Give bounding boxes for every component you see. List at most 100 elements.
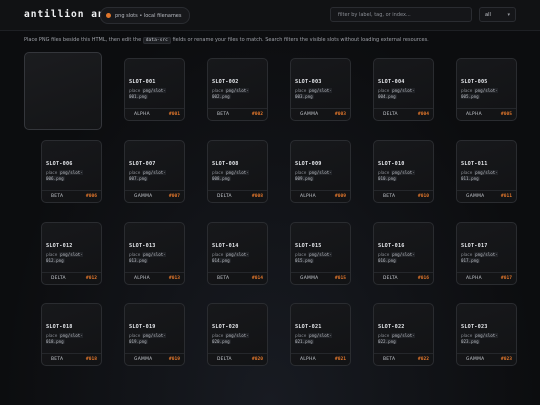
slot-title: SLOT-022 (378, 324, 405, 330)
slot-title: SLOT-009 (295, 161, 322, 167)
slot-index: #001 (168, 112, 180, 117)
slot-footer: GAMMA #007 (125, 190, 184, 202)
slot-index: #008 (251, 194, 263, 199)
slot-index: #002 (251, 112, 263, 117)
slot-card[interactable]: SLOT-008 place png/slot-008.png DELTA #008 (207, 140, 268, 203)
slot-card[interactable]: SLOT-010 place png/slot-010.png BETA #010 (373, 140, 434, 203)
slot-index: #010 (417, 194, 429, 199)
slot-card[interactable]: SLOT-022 place png/slot-022.png BETA #022 (373, 303, 434, 366)
slot-index: #003 (334, 112, 346, 117)
slot-card[interactable]: SLOT-015 place png/slot-015.png GAMMA #015 (290, 222, 351, 285)
instructions-text: Place PNG files beside this HTML, then e… (24, 37, 429, 44)
slot-footer: ALPHA #021 (291, 353, 350, 365)
slot-index: #015 (334, 276, 346, 281)
slot-place: place png/slot-022.png (378, 333, 430, 345)
slot-card[interactable]: SLOT-009 place png/slot-009.png ALPHA #009 (290, 140, 351, 203)
slot-tag: ALPHA (134, 276, 150, 281)
slot-card[interactable]: SLOT-023 place png/slot-023.png GAMMA #023 (456, 303, 517, 366)
search-input[interactable] (330, 7, 472, 22)
slot-tag: ALPHA (300, 194, 316, 199)
hint-code: data-src (142, 37, 171, 44)
slot-index: #009 (334, 194, 346, 199)
slot-card[interactable]: SLOT-014 place png/slot-014.png BETA #014 (207, 222, 268, 285)
slot-card[interactable]: SLOT-001 place png/slot-001.png ALPHA #001 (124, 58, 185, 121)
slot-card[interactable]: SLOT-012 place png/slot-012.png DELTA #012 (41, 222, 102, 285)
slot-footer: BETA #010 (374, 190, 433, 202)
slot-footer: DELTA #012 (42, 272, 101, 284)
slot-place-label: place (295, 333, 307, 338)
slot-place: place png/slot-019.png (129, 333, 181, 345)
slot-place-label: place (378, 333, 390, 338)
slot-place-label: place (212, 252, 224, 257)
slot-footer: GAMMA #011 (457, 190, 516, 202)
slot-footer: GAMMA #023 (457, 353, 516, 365)
slot-index: #022 (417, 357, 429, 362)
slot-place-label: place (212, 170, 224, 175)
slot-index: #020 (251, 357, 263, 362)
slot-place-label: place (46, 252, 58, 257)
slot-place: place png/slot-004.png (378, 88, 430, 100)
slot-footer: ALPHA #009 (291, 190, 350, 202)
slot-tag: BETA (51, 357, 64, 362)
slot-title: SLOT-006 (46, 161, 73, 167)
slot-footer: ALPHA #005 (457, 108, 516, 120)
slot-tag: ALPHA (300, 357, 316, 362)
slot-tag: GAMMA (300, 276, 319, 281)
slot-index: #007 (168, 194, 180, 199)
slot-title: SLOT-004 (378, 79, 405, 85)
slot-card[interactable]: SLOT-005 place png/slot-005.png ALPHA #005 (456, 58, 517, 121)
slot-tag: BETA (217, 112, 230, 117)
slot-footer: ALPHA #001 (125, 108, 184, 120)
slot-card[interactable]: SLOT-020 place png/slot-020.png DELTA #020 (207, 303, 268, 366)
slot-title: SLOT-017 (461, 243, 488, 249)
slot-card[interactable]: SLOT-019 place png/slot-019.png GAMMA #019 (124, 303, 185, 366)
slot-place: place png/slot-003.png (295, 88, 347, 100)
slot-card[interactable]: SLOT-007 place png/slot-007.png GAMMA #007 (124, 140, 185, 203)
slot-place-label: place (129, 88, 141, 93)
slot-place: place png/slot-020.png (212, 333, 264, 345)
slot-place: place png/slot-007.png (129, 170, 181, 182)
slot-index: #004 (417, 112, 429, 117)
slot-tag: GAMMA (300, 112, 319, 117)
slot-title: SLOT-011 (461, 161, 488, 167)
slot-title: SLOT-016 (378, 243, 405, 249)
top-bar: antillion anthil png slots • local filen… (0, 0, 540, 31)
slot-footer: DELTA #020 (208, 353, 267, 365)
drop-slot-empty[interactable] (24, 52, 102, 130)
slot-index: #005 (500, 112, 512, 117)
slot-card[interactable]: SLOT-017 place png/slot-017.png ALPHA #017 (456, 222, 517, 285)
slot-place: place png/slot-005.png (461, 88, 513, 100)
slot-card[interactable]: SLOT-016 place png/slot-016.png DELTA #016 (373, 222, 434, 285)
slot-tag: BETA (383, 357, 396, 362)
slot-title: SLOT-014 (212, 243, 239, 249)
slot-tag: BETA (217, 276, 230, 281)
slot-card[interactable]: SLOT-002 place png/slot-002.png BETA #002 (207, 58, 268, 121)
slot-place: place png/slot-018.png (46, 333, 98, 345)
slot-place: place png/slot-008.png (212, 170, 264, 182)
slot-place-label: place (461, 88, 473, 93)
filter-select[interactable]: all ▾ (479, 7, 516, 22)
slot-card[interactable]: SLOT-013 place png/slot-013.png ALPHA #013 (124, 222, 185, 285)
filter-select-value: all (485, 11, 491, 18)
hint-after: fields or rename your files to match. Se… (172, 37, 429, 43)
slot-index: #019 (168, 357, 180, 362)
slot-title: SLOT-018 (46, 324, 73, 330)
slot-place: place png/slot-015.png (295, 252, 347, 264)
slot-title: SLOT-003 (295, 79, 322, 85)
slot-tag: GAMMA (466, 357, 485, 362)
slot-card[interactable]: SLOT-004 place png/slot-004.png DELTA #004 (373, 58, 434, 121)
slot-footer: DELTA #016 (374, 272, 433, 284)
slot-index: #018 (85, 357, 97, 362)
slot-place-label: place (378, 252, 390, 257)
slot-tag: ALPHA (466, 276, 482, 281)
slot-card[interactable]: SLOT-021 place png/slot-021.png ALPHA #021 (290, 303, 351, 366)
slot-card[interactable]: SLOT-003 place png/slot-003.png GAMMA #003 (290, 58, 351, 121)
slot-place: place png/slot-006.png (46, 170, 98, 182)
slot-place-label: place (378, 88, 390, 93)
slot-card[interactable]: SLOT-018 place png/slot-018.png BETA #018 (41, 303, 102, 366)
slot-place-label: place (295, 170, 307, 175)
slot-index: #012 (85, 276, 97, 281)
slot-card[interactable]: SLOT-011 place png/slot-011.png GAMMA #011 (456, 140, 517, 203)
slot-card[interactable]: SLOT-006 place png/slot-006.png BETA #006 (41, 140, 102, 203)
slot-place-label: place (129, 170, 141, 175)
